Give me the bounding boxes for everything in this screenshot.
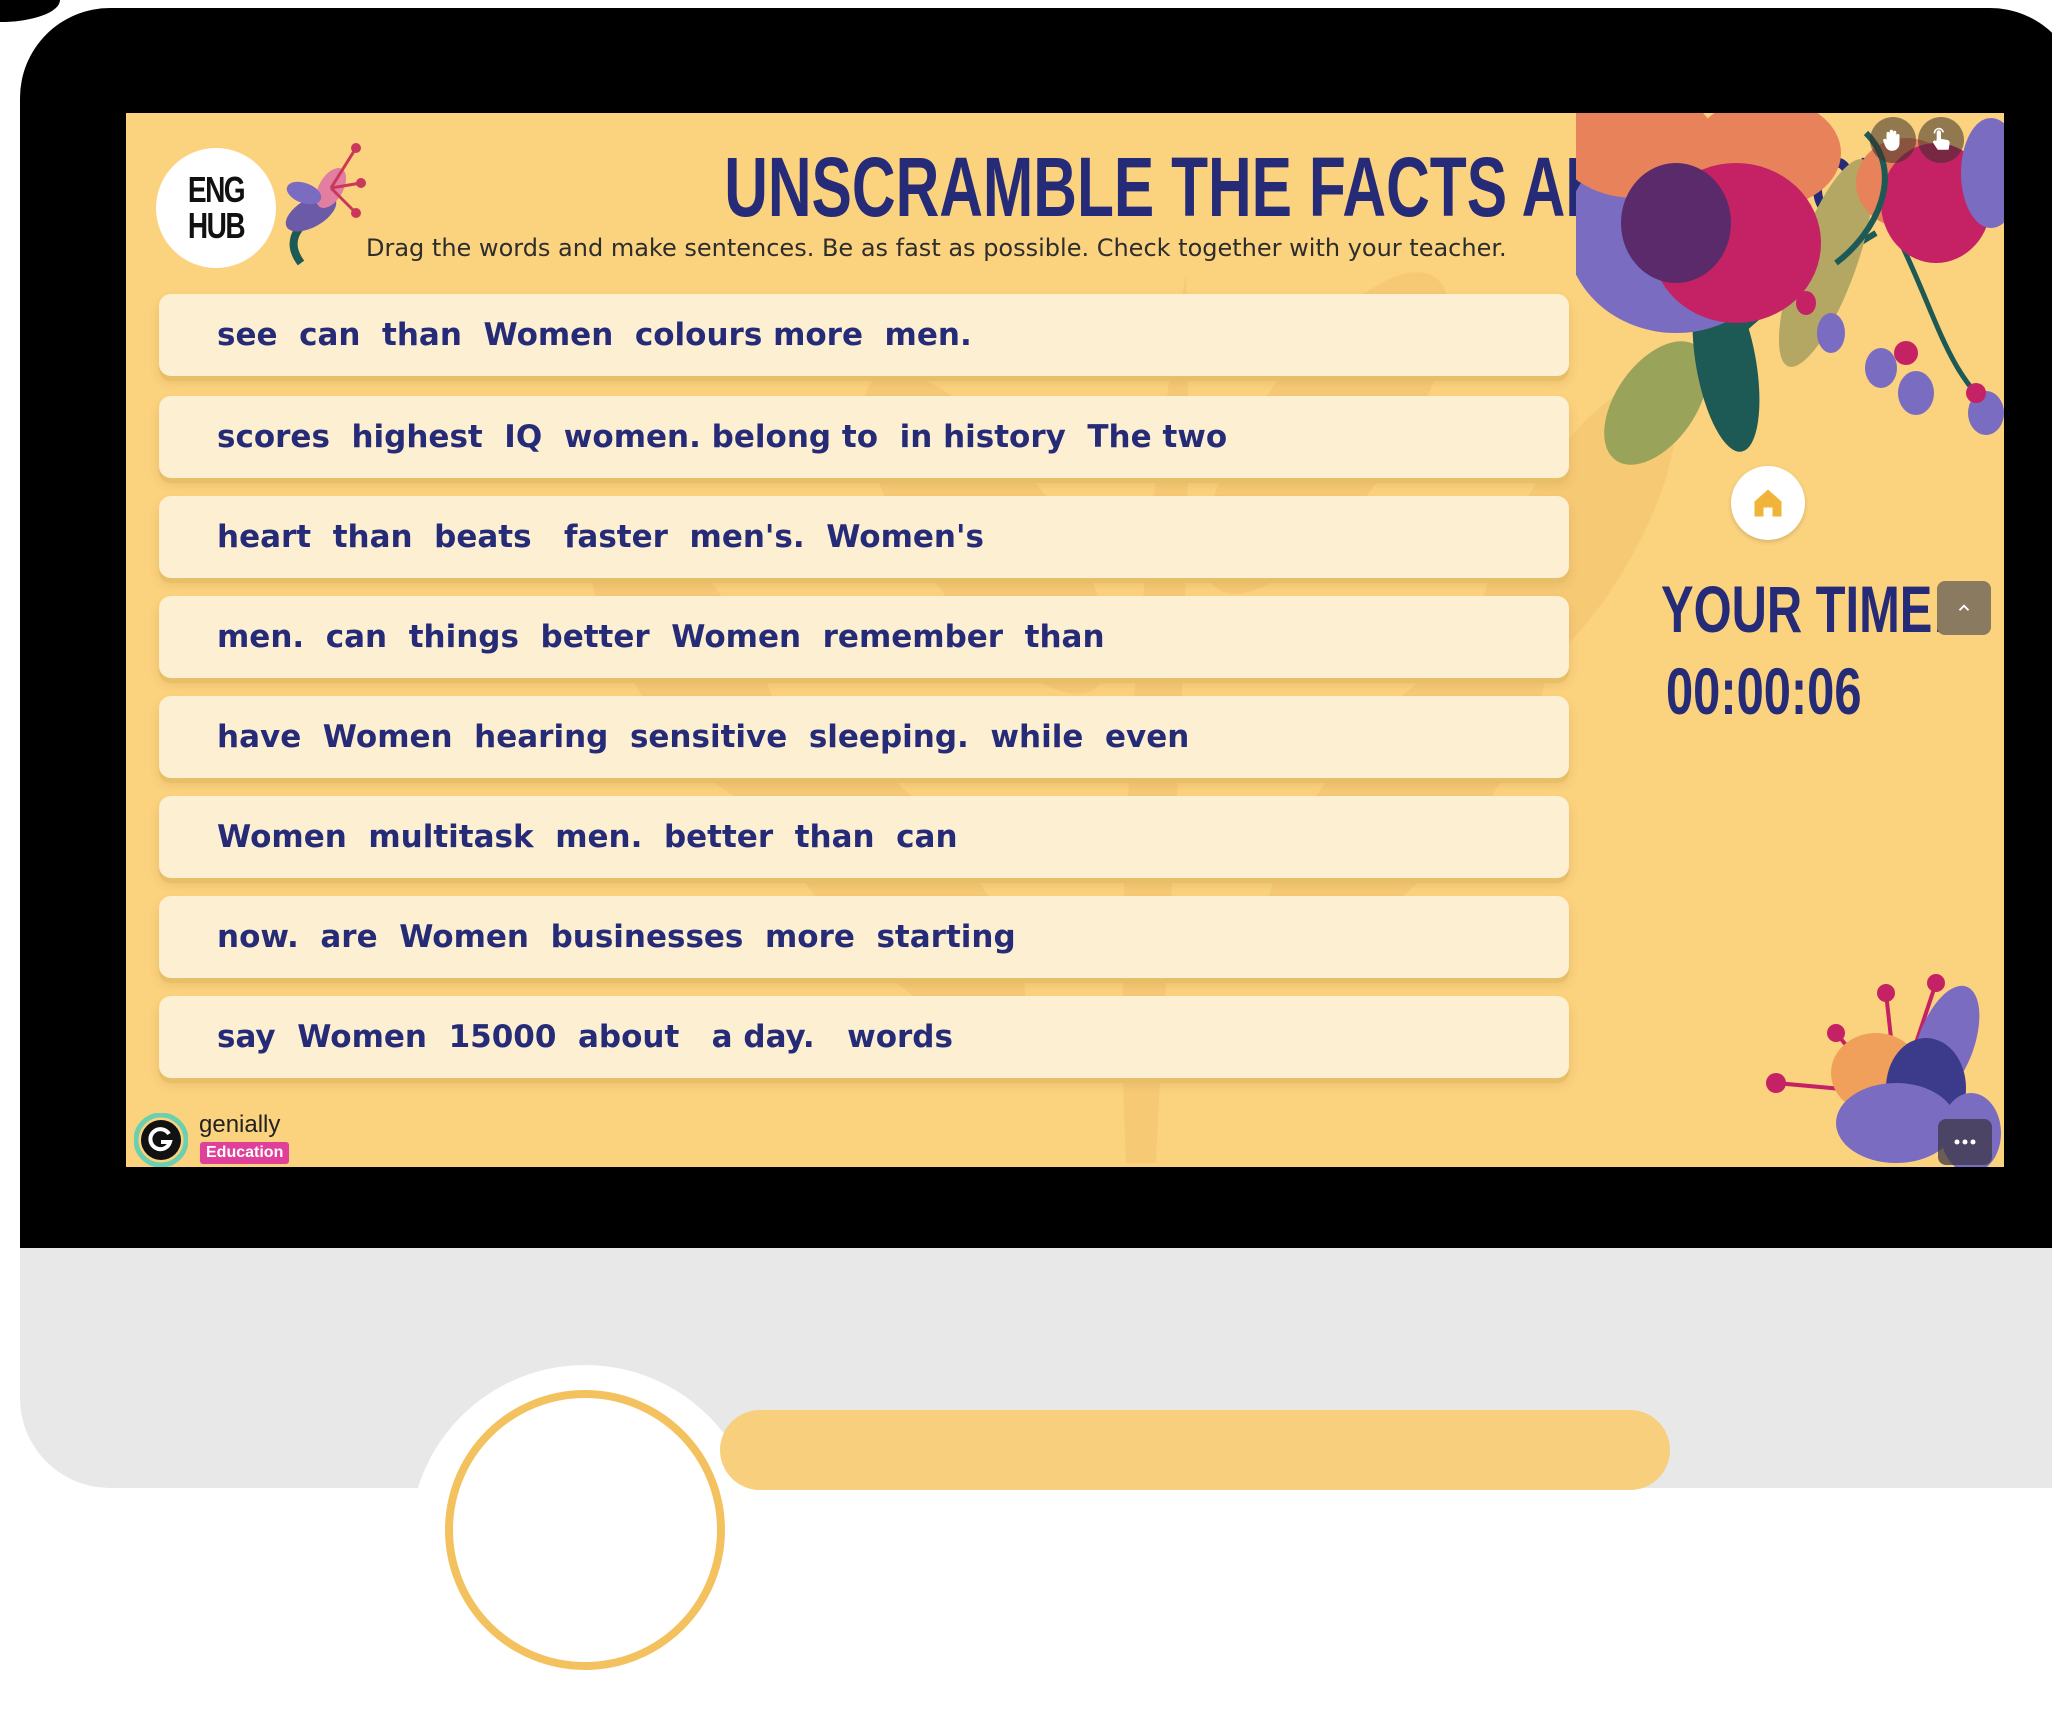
sentence-card[interactable]: men. can things better Women remember th… <box>159 596 1569 678</box>
sentence-card[interactable]: say Women 15000 about a day. words <box>159 996 1569 1078</box>
presentation-screen: ENG HUB UNSCRAMBLE THE FACTS ABOUT WOMEN… <box>126 113 2004 1167</box>
bottom-circle-ring-decoration <box>445 1390 725 1670</box>
chevron-up-icon <box>1958 604 1970 611</box>
pointer-icon <box>1933 127 1950 150</box>
sentence-card[interactable]: heart than beats faster men's. Women's <box>159 496 1569 578</box>
hand-icon <box>1883 129 1900 151</box>
logo-flower-icon <box>285 143 366 266</box>
sentence-text[interactable]: have Women hearing sensitive sleeping. w… <box>217 696 1189 778</box>
sentence-text[interactable]: say Women 15000 about a day. words <box>217 996 953 1078</box>
pointer-tool-button[interactable] <box>1918 117 1964 163</box>
sentence-text[interactable]: now. are Women businesses more starting <box>217 896 1016 978</box>
logo-line-2: HUB <box>187 205 246 246</box>
sentence-card[interactable]: have Women hearing sensitive sleeping. w… <box>159 696 1569 778</box>
education-badge: Education <box>200 1142 290 1164</box>
sentence-card[interactable]: scores highest IQ women. belong to in hi… <box>159 396 1569 478</box>
monitor-frame: ENG HUB UNSCRAMBLE THE FACTS ABOUT WOMEN… <box>20 8 2052 1488</box>
genially-logo-icon[interactable] <box>134 1113 188 1167</box>
home-button[interactable] <box>1731 466 1805 540</box>
page-title: UNSCRAMBLE THE FACTS ABOUT WOMEN <box>724 140 1992 234</box>
sentence-text[interactable]: see can than Women colours more men. <box>217 294 972 376</box>
timer-label: YOUR TIME: <box>1661 572 1949 646</box>
logo-line-1: ENG <box>187 169 246 210</box>
hand-tool-button[interactable] <box>1870 117 1916 163</box>
sentence-card[interactable]: Women multitask men. better than can <box>159 796 1569 878</box>
sentence-text[interactable]: heart than beats faster men's. Women's <box>217 496 984 578</box>
home-icon <box>1754 489 1782 517</box>
collapse-button[interactable] <box>1937 581 1991 635</box>
sentence-card[interactable]: see can than Women colours more men. <box>159 294 1569 376</box>
more-options-button[interactable] <box>1938 1119 1992 1165</box>
sentence-card[interactable]: now. are Women businesses more starting <box>159 896 1569 978</box>
sentence-text[interactable]: men. can things better Women remember th… <box>217 596 1105 678</box>
genially-name[interactable]: genially <box>199 1112 280 1138</box>
sentence-text[interactable]: scores highest IQ women. belong to in hi… <box>217 396 1227 478</box>
instructions-text: Drag the words and make sentences. Be as… <box>366 234 1507 262</box>
sentence-text[interactable]: Women multitask men. better than can <box>217 796 958 878</box>
more-icon <box>1954 1139 1976 1145</box>
bottom-bar-decoration <box>720 1410 1670 1490</box>
flower-decoration-top <box>1576 113 2004 465</box>
timer-value: 00:00:06 <box>1666 654 1862 728</box>
